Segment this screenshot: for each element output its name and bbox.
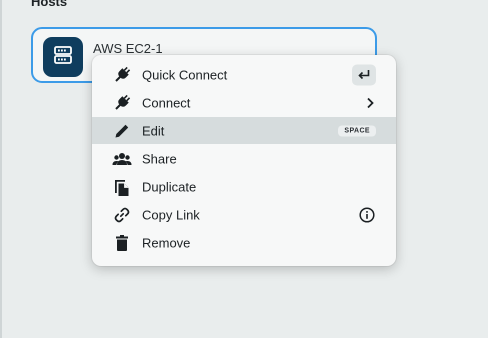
trash-icon (112, 233, 132, 253)
info-icon[interactable] (359, 206, 375, 223)
menu-item-label: Remove (142, 235, 191, 250)
shortcut-badge: SPACE (338, 125, 376, 136)
panel-border (0, 0, 2, 338)
plug-icon (112, 65, 132, 85)
duplicate-icon (112, 177, 132, 197)
menu-item-edit[interactable]: Edit SPACE (92, 117, 396, 144)
menu-item-duplicate[interactable]: Duplicate (92, 173, 396, 200)
menu-item-quick-connect[interactable]: Quick Connect (92, 61, 396, 88)
server-icon (52, 44, 74, 71)
menu-item-label: Copy Link (142, 207, 200, 222)
section-title: Hosts (31, 0, 68, 9)
menu-item-connect[interactable]: Connect (92, 89, 396, 116)
context-menu: Quick Connect Connect Edit SPACE Share D… (92, 55, 396, 266)
menu-item-label: Quick Connect (142, 67, 228, 82)
chevron-right-icon (366, 97, 374, 109)
menu-item-share[interactable]: Share (92, 145, 396, 172)
host-name: AWS EC2-1 (93, 41, 163, 56)
users-icon (112, 149, 132, 169)
menu-item-label: Duplicate (142, 179, 197, 194)
menu-item-remove[interactable]: Remove (92, 229, 396, 256)
host-avatar (43, 37, 83, 77)
enter-key-icon (352, 64, 376, 85)
plug-icon (112, 93, 132, 113)
menu-item-copy-link[interactable]: Copy Link (92, 201, 396, 228)
link-icon (112, 205, 132, 225)
menu-item-label: Edit (142, 123, 165, 138)
menu-item-label: Connect (142, 95, 191, 110)
shortcut-label: SPACE (338, 125, 376, 136)
menu-item-label: Share (142, 151, 177, 166)
pencil-icon (112, 121, 132, 141)
